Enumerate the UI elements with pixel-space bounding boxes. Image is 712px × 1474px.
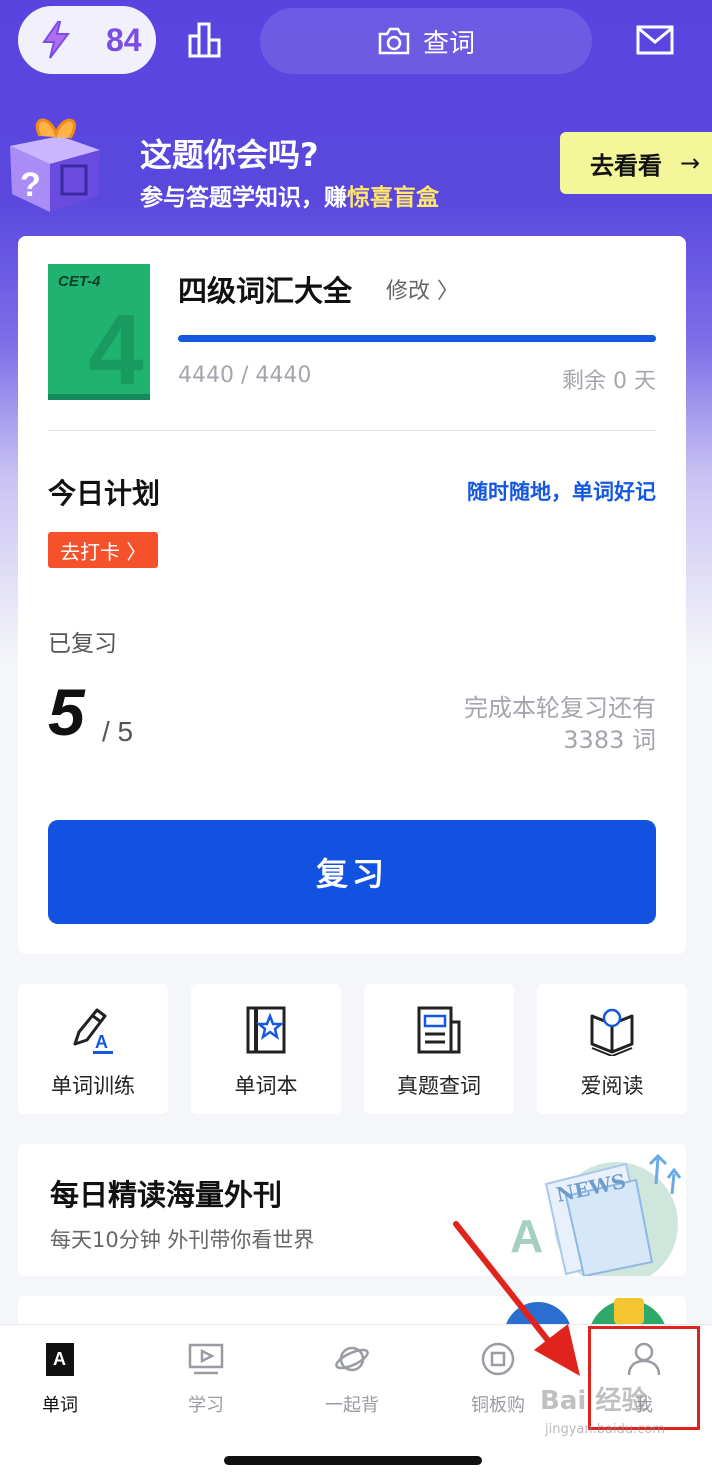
word-book-icon: A [46,1343,74,1376]
svg-text:?: ? [20,166,41,204]
today-plan-title: 今日计划 [48,477,161,510]
planet-icon [335,1346,369,1372]
energy-pill[interactable]: 84 [18,6,156,74]
news-title: 每日精读海量外刊 [50,1178,283,1212]
book-progress-bar [178,335,656,342]
tab-word[interactable]: A 单词 [0,1325,120,1425]
tile-word-book[interactable]: 单词本 [191,984,341,1114]
camera-icon [378,27,410,55]
svg-text:A: A [53,1349,66,1369]
go-see-label: 去看看 [590,151,662,180]
promo-title: 这题你会吗? [140,136,319,174]
tile-word-training[interactable]: A 单词训练 [18,984,168,1114]
tab-together[interactable]: 一起背 [292,1325,412,1425]
tab-label: 一起背 [325,1395,379,1416]
quiz-promo-banner[interactable]: ? 这题你会吗? 参与答题学知识，赚惊喜盲盒 去看看 → [0,92,712,232]
promo-subtitle: 参与答题学知识，赚惊喜盲盒 [140,178,439,212]
go-see-button[interactable]: 去看看 → [560,132,712,194]
reviewed-label: 已复习 [48,631,117,657]
tab-study[interactable]: 学习 [146,1325,266,1425]
top-bar: 84 查词 [0,0,712,90]
promo-subtitle-text: 参与答题学知识，赚 [140,185,347,211]
book-cover-label: CET-4 [58,273,101,290]
cet4-book-cover[interactable]: 4 CET-4 [48,264,150,400]
energy-count: 84 [106,22,142,58]
days-left: 剩余 0 天 [562,369,656,394]
tile-reading[interactable]: 爱阅读 [537,984,687,1114]
open-book-icon [590,1008,634,1056]
arrow-right-icon: → [680,149,701,177]
tile-label: 爱阅读 [580,1074,644,1098]
tile-label: 真题查词 [397,1074,481,1098]
tile-exam-lookup[interactable]: 真题查词 [364,984,514,1114]
home-indicator [224,1456,482,1465]
lightning-icon [42,21,70,59]
remaining-words-label: 完成本轮复习还有 [464,694,656,722]
book-cover-number: 4 [88,294,144,400]
bar-chart-icon[interactable] [186,20,226,60]
newspaper-icon [417,1006,461,1054]
checkin-button[interactable]: 去打卡 〉 [48,532,159,568]
book-title: 四级词汇大全 [178,274,353,308]
reviewed-count: 5 [48,675,85,749]
progress-count: 4440 / 4440 [178,363,312,388]
vocabulary-plan-card: 4 CET-4 四级词汇大全 修改 〉 4440 / 4440 剩余 0 天 今… [18,236,686,954]
tile-label: 单词训练 [51,1074,135,1098]
tab-label: 学习 [188,1395,224,1416]
remaining-words-count: 3383 词 [563,726,656,754]
watermark: Bai 经验 [540,1386,648,1416]
edit-book-link[interactable]: 修改 〉 [386,273,459,305]
book-progress-fill [178,335,656,342]
mail-icon[interactable] [636,24,674,56]
review-button[interactable]: 复习 [48,820,656,924]
news-subtitle: 每天10分钟 外刊带你看世界 [50,1228,315,1252]
tab-label: 单词 [42,1395,78,1416]
search-label: 查词 [422,28,475,59]
pen-letter-icon: A [73,1008,113,1054]
annotation-arrow [453,1221,580,1376]
svg-text:A: A [95,1032,108,1052]
watermark-url: jingyan.baidu.com [545,1422,665,1437]
reviewed-total: / 5 [102,716,134,747]
divider [48,430,656,431]
play-screen-icon [188,1343,224,1375]
tile-label: 单词本 [234,1074,298,1098]
star-book-icon [246,1006,286,1054]
search-bar[interactable]: 查词 [260,8,592,74]
mystery-gift-box-icon: ? [10,118,100,212]
promo-subtitle-highlight: 惊喜盲盒 [347,185,439,211]
plan-slogan: 随时随地，单词好记 [467,480,656,504]
